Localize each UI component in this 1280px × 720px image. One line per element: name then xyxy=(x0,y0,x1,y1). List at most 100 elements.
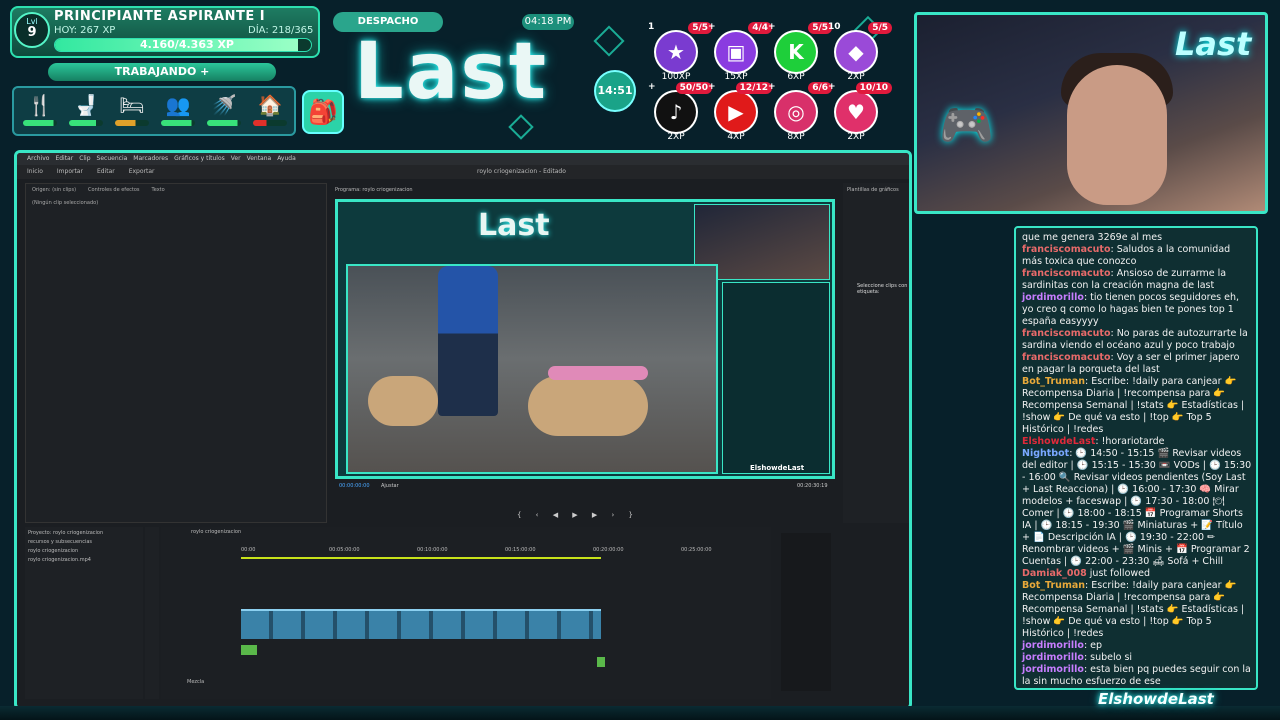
instagram-icon: ◎ xyxy=(776,92,816,132)
needs-panel: 🍴 🚽 🛏 👥 🚿 🏠 xyxy=(12,86,296,136)
need-fork-knife-icon: 🍴 xyxy=(20,92,60,134)
need-level-bar xyxy=(115,120,149,126)
chat-text: : 🕒 14:50 - 15:15 🎬 Revisar videos del e… xyxy=(1022,448,1252,567)
goal-xp: 4XP xyxy=(727,132,745,142)
social-kick: K 5/5 +6XP xyxy=(768,22,832,82)
timeline-ruler[interactable]: 00:00 00:05:00:00 00:10:00:00 00:15:00:00 00… xyxy=(241,547,771,557)
chat-username[interactable]: franciscomacuto xyxy=(1022,328,1110,339)
project-item[interactable]: roylo criogenizacion xyxy=(28,548,140,554)
social-tiktok: ♪ 50/50 +2XP xyxy=(648,82,712,142)
goal-xp: 2XP xyxy=(667,132,685,142)
menu-item[interactable]: Secuencia xyxy=(97,155,128,162)
workspace-tab[interactable]: Inicio xyxy=(27,168,43,175)
shower-icon: 🚿 xyxy=(211,93,237,117)
chat-username[interactable]: ElshowdeLast xyxy=(1022,436,1095,447)
ruler-tick: 00:00 xyxy=(241,547,256,553)
need-bed-icon: 🛏 xyxy=(112,92,152,134)
chat-username[interactable]: Nightbot xyxy=(1022,448,1069,459)
program-label: Programa: roylo criogenizacion xyxy=(335,187,413,193)
chat-message: franciscomacuto: Ansioso de zurrarme la … xyxy=(1022,268,1252,292)
day-count: DÍA: 218/365 xyxy=(248,25,314,36)
cube-decoration xyxy=(593,25,625,57)
goal-xp: 8XP xyxy=(787,132,805,142)
source-empty-text: (Ningún clip seleccionado) xyxy=(32,200,99,206)
menu-item[interactable]: Editar xyxy=(55,155,73,162)
menu-item[interactable]: Ventana xyxy=(247,155,272,162)
tools-panel[interactable] xyxy=(145,527,159,699)
workspace-tabs: Inicio Importar Editar Exportar xyxy=(17,165,909,179)
source-tab[interactable]: Origen: (sin clips) xyxy=(32,187,76,193)
chat-panel: que me genera 3269e al mes franciscomacut… xyxy=(1014,226,1258,690)
star-icon: ★ xyxy=(656,32,696,72)
chat-username[interactable]: jordimorillo xyxy=(1022,640,1084,651)
social-podcast: ♥ 10/10 +2XP xyxy=(828,82,892,142)
need-shower-icon: 🚿 xyxy=(204,92,244,134)
chat-message: jordimorillo: esta bien pq puedes seguir… xyxy=(1022,664,1252,688)
social-youtube: ▶ 12/12 +4XP xyxy=(708,82,772,142)
menu-item[interactable]: Archivo xyxy=(27,155,49,162)
goal-xp: 6XP xyxy=(787,72,805,82)
goal-xp: 2XP xyxy=(847,72,865,82)
menu-bar: Archivo Editar Clip Secuencia Marcadores Gráf… xyxy=(17,153,909,165)
chat-username[interactable]: Bot_Truman xyxy=(1022,376,1085,387)
source-tab[interactable]: Controles de efectos xyxy=(88,187,139,193)
menu-item[interactable]: Gráficos y títulos xyxy=(174,155,225,162)
workspace-tab[interactable]: Exportar xyxy=(129,168,155,175)
workspace-tab[interactable]: Editar xyxy=(97,168,115,175)
cube-decoration xyxy=(508,114,534,140)
need-level-bar xyxy=(23,120,57,126)
menu-item[interactable]: Marcadores xyxy=(133,155,168,162)
playhead-timecode[interactable]: 00:00:00:00 xyxy=(339,483,370,489)
level-number: 9 xyxy=(27,25,37,40)
select-clips-text: Seleccione clips con etiqueta: xyxy=(857,283,908,295)
chat-username[interactable]: franciscomacuto xyxy=(1022,268,1110,279)
goal-level: + xyxy=(708,22,716,32)
chat-message: ElshowdeLast: !horariotarde xyxy=(1022,436,1252,448)
workspace-tab[interactable]: Importar xyxy=(57,168,83,175)
audio-clip[interactable] xyxy=(597,657,605,667)
video-clips-track[interactable] xyxy=(241,609,601,639)
menu-item[interactable]: Ayuda xyxy=(277,155,296,162)
need-level-bar xyxy=(69,120,103,126)
timeline-panel[interactable]: roylo criogenizacion 00:00 00:05:00:00 00:… xyxy=(161,527,771,699)
chat-username[interactable]: Damiak_008 xyxy=(1022,568,1087,579)
source-tab[interactable]: Texto xyxy=(152,187,165,193)
need-level-bar xyxy=(207,120,241,126)
chat-message: franciscomacuto: No paras de autozurrart… xyxy=(1022,328,1252,352)
project-item[interactable]: roylo criogenizacion.mp4 xyxy=(28,557,140,563)
mini-chat xyxy=(722,282,830,474)
chat-username[interactable]: franciscomacuto xyxy=(1022,352,1110,363)
crystal-icon: ◆ xyxy=(836,32,876,72)
transport-controls[interactable]: { ‹ ◀ ▶ ▶ › } xyxy=(517,511,639,519)
goal-count-badge: 50/50 xyxy=(675,82,712,94)
fit-select[interactable]: Ajustar xyxy=(381,483,399,489)
panel-title: Plantillas de gráficos xyxy=(847,187,899,193)
source-tabs: Origen: (sin clips) Controles de efectos T… xyxy=(26,184,326,196)
social-star: ★ 5/5 1 100XP xyxy=(648,22,712,82)
project-item[interactable]: recursos y subsecuencias xyxy=(28,539,140,545)
chat-message: Damiak_008 just followed xyxy=(1022,568,1252,580)
chat-text: : ep xyxy=(1083,640,1103,651)
chat-username[interactable]: jordimorillo xyxy=(1022,292,1084,303)
chat-username[interactable]: jordimorillo xyxy=(1022,664,1084,675)
chat-username[interactable]: jordimorillo xyxy=(1022,652,1084,663)
chat-message: Nightbot: 🕒 14:50 - 15:15 🎬 Revisar vide… xyxy=(1022,448,1252,568)
chat-username[interactable]: Bot_Truman xyxy=(1022,580,1085,591)
bed-icon: 🛏 xyxy=(119,93,145,117)
goal-level: + xyxy=(828,82,836,92)
menu-item[interactable]: Ver xyxy=(231,155,241,162)
goal-xp: 15XP xyxy=(724,72,748,82)
timeline-tab[interactable]: roylo criogenizacion xyxy=(191,529,241,535)
chat-text: que me genera 3269e al mes xyxy=(1022,232,1163,243)
youtube-icon: ▶ xyxy=(716,92,756,132)
editor-window: Archivo Editar Clip Secuencia Marcadores Gráf… xyxy=(14,150,912,710)
need-house-icon: 🏠 xyxy=(250,92,290,134)
audio-clip[interactable] xyxy=(241,645,257,655)
menu-item[interactable]: Clip xyxy=(79,155,90,162)
kick-icon: K xyxy=(776,32,816,72)
chat-message: Bot_Truman: Escribe: !daily para canjear… xyxy=(1022,376,1252,436)
rank-title: PRINCIPIANTE ASPIRANTE I xyxy=(54,9,266,24)
chat-username[interactable]: franciscomacuto xyxy=(1022,244,1110,255)
goal-level: + xyxy=(708,82,716,92)
work-area-bar xyxy=(241,557,601,559)
